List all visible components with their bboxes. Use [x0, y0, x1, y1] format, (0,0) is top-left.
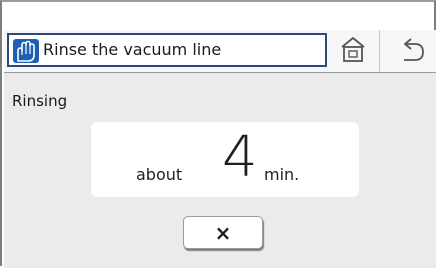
device-screen: Rinse the vacuum line Rinsing about 4 mi… [0, 0, 436, 268]
title-box: Rinse the vacuum line [7, 33, 327, 67]
time-prefix: about [136, 165, 183, 184]
home-button[interactable] [328, 30, 378, 72]
status-label: Rinsing [12, 92, 68, 110]
time-remaining-card: about 4 min. [91, 122, 359, 197]
content-area: Rinsing about 4 min. × [4, 73, 436, 268]
hand-rinse-icon [13, 39, 39, 63]
header-bar: Rinse the vacuum line [4, 30, 436, 73]
time-value: 4 [222, 125, 258, 190]
cancel-button[interactable]: × [183, 216, 263, 249]
close-icon: × [214, 220, 232, 245]
page-title: Rinse the vacuum line [43, 40, 222, 59]
home-icon [341, 37, 365, 62]
time-unit: min. [264, 165, 300, 184]
back-arrow-icon [404, 38, 424, 61]
back-button[interactable] [380, 30, 436, 72]
